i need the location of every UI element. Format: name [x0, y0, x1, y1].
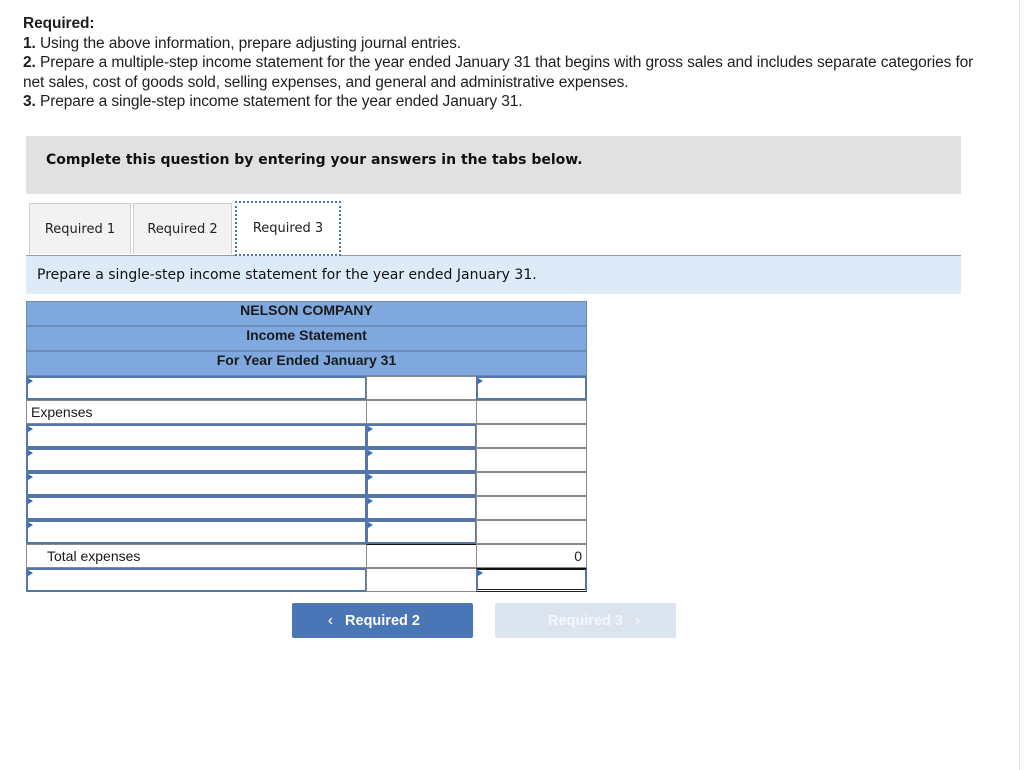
expense-row — [26, 520, 587, 544]
requirements: Required: 1. Using the above information… — [23, 14, 998, 112]
empty-cell — [476, 400, 587, 424]
expense-label-input[interactable] — [26, 424, 367, 448]
expense-row — [26, 496, 587, 520]
expense-label-input[interactable] — [26, 448, 367, 472]
prev-required-2-button[interactable]: ‹ Required 2 ‹ — [292, 603, 473, 638]
statement-title: Income Statement — [26, 326, 587, 351]
total-expenses-label: Total expenses — [26, 544, 367, 568]
total-expenses-row: Total expenses 0 — [26, 544, 587, 568]
empty-cell — [366, 568, 477, 592]
expense-row — [26, 448, 587, 472]
revenue-amount-input[interactable] — [476, 376, 587, 400]
expense-label-input[interactable] — [26, 496, 367, 520]
company-name: NELSON COMPANY — [26, 301, 587, 326]
empty-cell — [476, 520, 587, 544]
empty-cell — [366, 376, 477, 400]
empty-cell — [476, 448, 587, 472]
tab-required-3[interactable]: Required 3 — [235, 201, 341, 256]
instruction-text: Prepare a single-step income statement f… — [37, 267, 537, 283]
expense-amount-input[interactable] — [366, 448, 477, 472]
requirement-number: 2. — [23, 54, 36, 71]
requirement-item: 3. Prepare a single-step income statemen… — [23, 92, 998, 112]
expense-label-input[interactable] — [26, 520, 367, 544]
expense-label-input[interactable] — [26, 472, 367, 496]
requirement-number: 1. — [23, 34, 36, 52]
revenue-row — [26, 376, 587, 400]
expense-row — [26, 472, 587, 496]
requirements-heading: Required: — [23, 15, 95, 32]
empty-cell — [366, 400, 477, 424]
expense-row — [26, 424, 587, 448]
statement-period: For Year Ended January 31 — [26, 351, 587, 376]
empty-cell — [476, 424, 587, 448]
net-income-label-input[interactable] — [26, 568, 367, 592]
tab-instruction: Prepare a single-step income statement f… — [26, 256, 961, 294]
net-income-amount-input[interactable] — [476, 568, 587, 592]
empty-cell — [476, 496, 587, 520]
expense-amount-input[interactable] — [366, 424, 477, 448]
empty-cell — [366, 544, 477, 568]
expense-amount-input[interactable] — [366, 472, 477, 496]
expenses-label: Expenses — [26, 400, 367, 424]
empty-cell — [476, 472, 587, 496]
instructions-banner: Complete this question by entering your … — [26, 136, 961, 194]
prev-button-label: Required 2 — [345, 612, 420, 629]
total-expenses-value: 0 — [476, 544, 587, 568]
banner-text: Complete this question by entering your … — [46, 152, 583, 168]
requirement-text: Using the above information, prepare adj… — [39, 34, 462, 52]
chevron-right-icon: › — [634, 611, 641, 629]
expenses-header-row: Expenses — [26, 400, 587, 424]
next-button-label: Required 3 — [548, 612, 623, 629]
tab-required-1[interactable]: Required 1 — [29, 203, 131, 254]
revenue-label-input[interactable] — [26, 376, 367, 400]
tab-required-2[interactable]: Required 2 — [133, 203, 232, 254]
income-statement: NELSON COMPANY Income Statement For Year… — [26, 301, 587, 592]
expense-amount-input[interactable] — [366, 496, 477, 520]
tab-bar: Required 1 Required 2 Required 3 — [26, 201, 961, 256]
expense-amount-input[interactable] — [366, 520, 477, 544]
requirement-number: 3. — [23, 93, 36, 110]
net-income-row — [26, 568, 587, 592]
scrollbar[interactable] — [1019, 0, 1024, 770]
requirement-text: Prepare a single-step income statement f… — [39, 93, 523, 110]
next-required-3-button: › Required 3 › — [495, 603, 676, 638]
requirement-text: Prepare a multiple-step income statement… — [23, 54, 974, 91]
requirement-item: 2. Prepare a multiple-step income statem… — [23, 53, 998, 92]
chevron-left-icon: ‹ — [327, 611, 334, 629]
requirement-item: 1. Using the above information, prepare … — [23, 34, 998, 54]
